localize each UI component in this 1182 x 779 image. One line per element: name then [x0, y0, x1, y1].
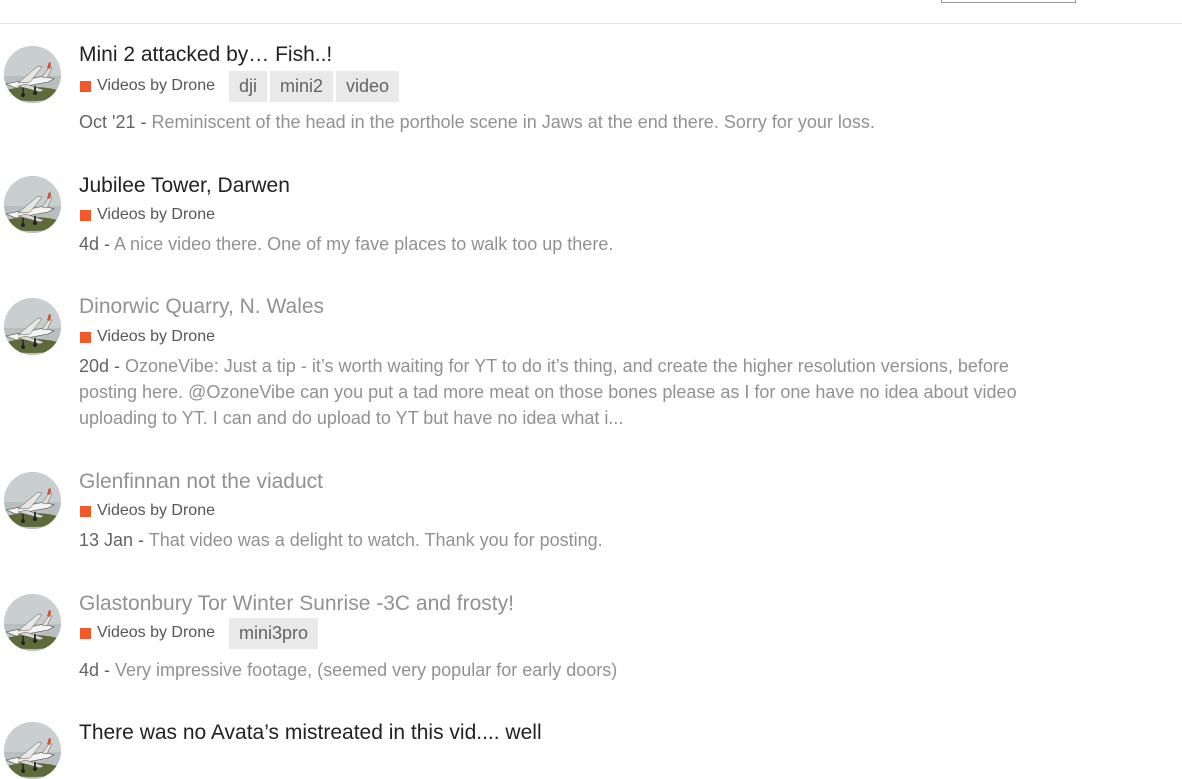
avatar[interactable]: [4, 298, 61, 355]
topic-title-link[interactable]: Jubilee Tower, Darwen: [79, 173, 290, 199]
excerpt-text: A nice video there. One of my fave place…: [114, 234, 614, 254]
avatar[interactable]: [4, 722, 61, 779]
category-color-icon: [80, 209, 91, 221]
avatar[interactable]: [4, 472, 61, 529]
category-badge[interactable]: Videos by Drone: [79, 327, 215, 347]
category-badge[interactable]: Videos by Drone: [79, 623, 215, 643]
topic-meta: Videos by Drone dji mini2 video: [79, 70, 402, 102]
topic-title-link[interactable]: Dinorwic Quarry, N. Wales: [79, 294, 324, 320]
excerpt-text: Very impressive footage, (seemed very po…: [115, 660, 618, 680]
category-color-icon: [80, 627, 91, 639]
category-color-icon: [80, 505, 91, 517]
excerpt-text: Reminiscent of the head in the porthole …: [151, 112, 875, 132]
topic-excerpt[interactable]: 20d - OzoneVibe: Just a tip - it’s worth…: [79, 353, 1069, 431]
date-separator: -: [135, 112, 152, 132]
category-label: Videos by Drone: [97, 328, 215, 345]
category-color-icon: [80, 80, 91, 92]
topic-excerpt[interactable]: Oct '21 - Reminiscent of the head in the…: [79, 109, 1069, 135]
excerpt-text: That video was a delight to watch. Thank…: [148, 530, 603, 550]
date-separator: -: [99, 660, 116, 680]
category-badge[interactable]: Videos by Drone: [79, 76, 215, 96]
tag-list: mini3pro: [229, 617, 321, 649]
topic-excerpt[interactable]: 4d - Very impressive footage, (seemed ve…: [79, 657, 1069, 683]
category-badge[interactable]: Videos by Drone: [79, 501, 215, 521]
post-date: 4d: [79, 660, 100, 680]
excerpt-text: OzoneVibe: Just a tip - it’s worth waiti…: [79, 356, 1017, 428]
avatar[interactable]: [4, 46, 61, 103]
topic-title-link[interactable]: Mini 2 attacked by… Fish..!: [79, 42, 332, 68]
date-separator: -: [109, 356, 126, 376]
tag-link[interactable]: dji: [229, 70, 268, 102]
top-bar: [0, 0, 1182, 24]
avatar[interactable]: [4, 594, 61, 651]
topic-meta: Videos by Drone: [79, 321, 215, 353]
tag-link[interactable]: mini2: [270, 70, 334, 102]
post-date: 4d: [79, 234, 100, 254]
category-color-icon: [80, 331, 91, 343]
tag-link[interactable]: video: [336, 70, 400, 102]
post-date: Oct '21: [79, 112, 136, 132]
category-label: Videos by Drone: [97, 502, 215, 519]
post-date: 20d: [79, 356, 110, 376]
sort-dropdown[interactable]: [941, 0, 1076, 3]
topic-meta: Videos by Drone: [79, 199, 215, 231]
category-badge[interactable]: Videos by Drone: [79, 205, 215, 225]
topic-meta: Videos by Drone: [79, 495, 215, 527]
post-date: 13 Jan: [79, 530, 134, 550]
topic-excerpt[interactable]: 4d - A nice video there. One of my fave …: [79, 231, 1069, 257]
tag-list: dji mini2 video: [229, 70, 402, 102]
category-label: Videos by Drone: [97, 206, 215, 223]
category-label: Videos by Drone: [97, 624, 215, 641]
topic-title-link[interactable]: There was no Avata’s mistreated in this …: [79, 720, 542, 746]
date-separator: -: [133, 530, 149, 550]
topic-title-link[interactable]: Glastonbury Tor Winter Sunrise -3C and f…: [79, 591, 514, 617]
date-separator: -: [99, 234, 115, 254]
topic-meta: Videos by Drone mini3pro: [79, 617, 321, 649]
topic-excerpt[interactable]: 13 Jan - That video was a delight to wat…: [79, 527, 1069, 553]
tag-link[interactable]: mini3pro: [229, 617, 319, 649]
category-label: Videos by Drone: [97, 77, 215, 94]
avatar[interactable]: [4, 176, 61, 233]
topic-title-link[interactable]: Glenfinnan not the viaduct: [79, 469, 323, 495]
